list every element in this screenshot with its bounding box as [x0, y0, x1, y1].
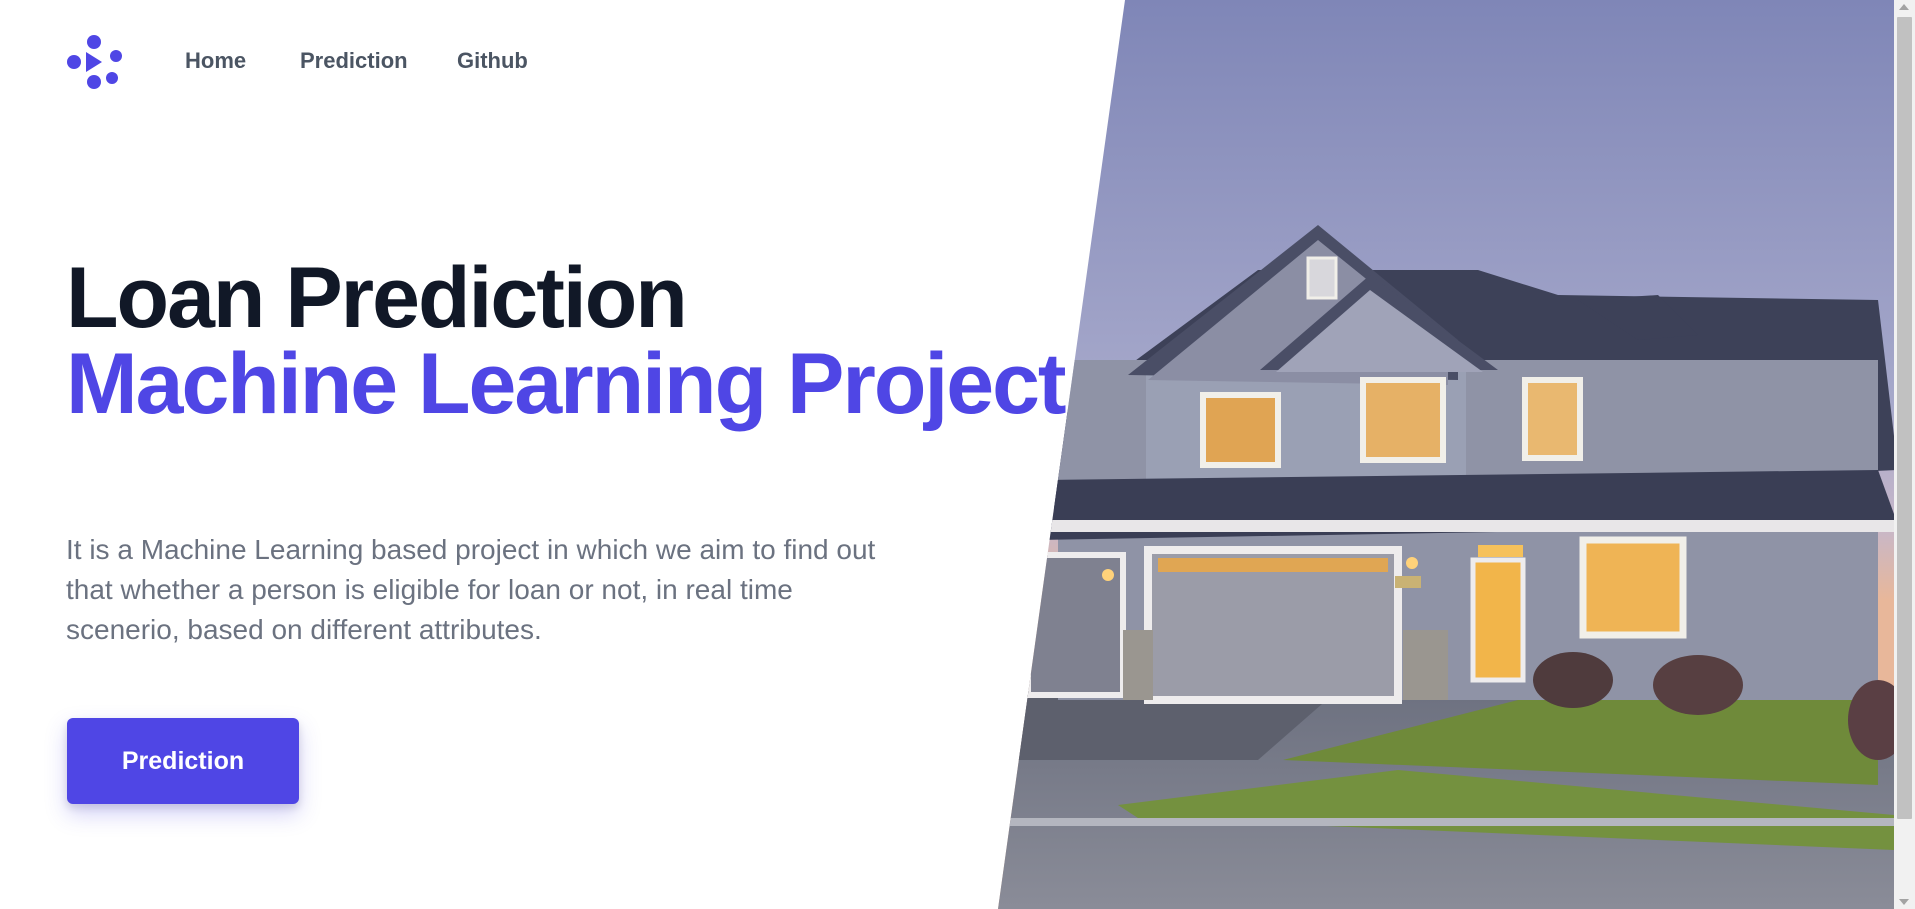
hero-description: It is a Machine Learning based project i… — [66, 534, 876, 645]
hero-title-line1: Loan Prediction — [66, 250, 688, 346]
hero-title-line2: Machine Learning Project — [66, 336, 1067, 432]
prediction-cta-button[interactable]: Prediction — [67, 718, 299, 804]
vertical-scrollbar[interactable] — [1894, 0, 1915, 909]
brand-logo-icon[interactable] — [66, 34, 126, 90]
scroll-down-arrow-icon[interactable] — [1899, 899, 1909, 905]
hero-house-image — [998, 0, 1894, 909]
scroll-up-arrow-icon[interactable] — [1899, 4, 1909, 10]
hero-title: Loan Prediction Machine Learning Project — [66, 250, 1067, 432]
nav-link-home[interactable]: Home — [185, 48, 246, 74]
nav-link-github[interactable]: Github — [457, 48, 528, 74]
nav-link-prediction[interactable]: Prediction — [300, 48, 408, 74]
scrollbar-thumb[interactable] — [1897, 17, 1912, 819]
